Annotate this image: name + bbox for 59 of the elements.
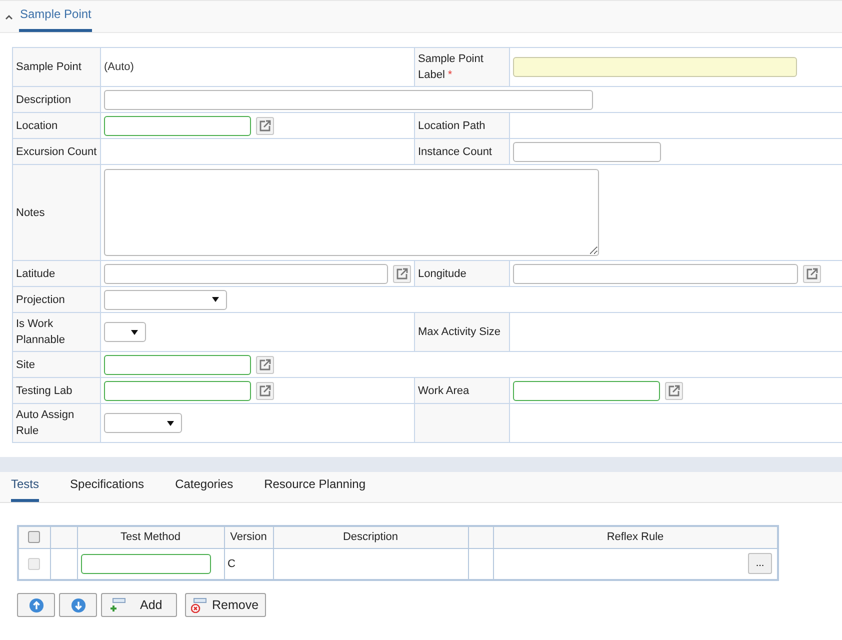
lookup-field[interactable] xyxy=(104,380,251,400)
field-label: Sample Point Label * xyxy=(414,48,510,86)
lookup-field[interactable] xyxy=(104,354,251,374)
text-field[interactable] xyxy=(513,57,797,77)
chevron-icon[interactable] xyxy=(5,14,13,20)
lookup-field[interactable] xyxy=(513,380,660,400)
select-field[interactable] xyxy=(104,413,182,433)
move-down-button[interactable] xyxy=(59,593,97,617)
field-label: Instance Count xyxy=(414,138,510,164)
text-field[interactable] xyxy=(104,264,388,284)
text-field[interactable] xyxy=(104,90,593,110)
field-label: Sample Point xyxy=(12,48,100,86)
field-label: Longitude xyxy=(414,260,510,286)
field-label: Excursion Count xyxy=(12,138,100,164)
popout-icon[interactable] xyxy=(393,264,411,282)
lookup-field[interactable] xyxy=(104,116,251,136)
field-label: Work Area xyxy=(414,378,510,404)
tab[interactable]: Specifications xyxy=(70,475,144,502)
field-label: Auto Assign Rule xyxy=(12,404,100,442)
column-header: Test Method xyxy=(77,526,224,548)
column-header: Version xyxy=(224,526,273,548)
select-field[interactable] xyxy=(104,322,146,342)
field-label: Location Path xyxy=(414,112,510,138)
select-field[interactable] xyxy=(104,290,227,310)
caret-icon xyxy=(131,330,138,334)
field-label: Description xyxy=(12,86,100,112)
field-label: Site xyxy=(12,352,100,378)
tab[interactable]: Resource Planning xyxy=(264,475,366,502)
popout-icon[interactable] xyxy=(256,382,274,400)
move-up-button[interactable] xyxy=(17,593,55,617)
popout-icon[interactable] xyxy=(803,264,821,282)
field-label: Location xyxy=(12,112,100,138)
remove-button[interactable]: Remove xyxy=(185,593,266,617)
caret-icon xyxy=(212,297,219,302)
popout-icon[interactable] xyxy=(256,116,274,134)
popout-icon[interactable] xyxy=(665,382,683,400)
tab[interactable]: Categories xyxy=(175,475,234,502)
tab[interactable]: Tests xyxy=(11,475,40,502)
column-header: Description xyxy=(273,526,468,548)
field-label: Projection xyxy=(12,286,100,312)
field-label: Notes xyxy=(12,164,100,260)
popout-icon[interactable] xyxy=(256,356,274,374)
add-row-icon xyxy=(110,598,126,612)
text-field[interactable] xyxy=(513,142,661,162)
arrow-down-icon xyxy=(70,598,86,612)
field-value: (Auto) xyxy=(104,60,134,73)
field-label: Max Activity Size xyxy=(414,312,510,352)
add-button[interactable]: Add xyxy=(101,593,177,617)
text-field[interactable] xyxy=(513,264,798,284)
caret-icon xyxy=(167,420,174,426)
arrow-up-icon xyxy=(28,598,44,612)
section-tab[interactable]: Sample Point xyxy=(19,5,92,32)
lookup-field[interactable] xyxy=(80,554,210,574)
remove-row-icon xyxy=(191,598,207,612)
field-label: Is Work Plannable xyxy=(12,312,100,352)
notes-field[interactable] xyxy=(104,169,599,256)
field-label: Testing Lab xyxy=(12,378,100,404)
checkbox[interactable] xyxy=(28,531,40,544)
field-label: Latitude xyxy=(12,260,100,286)
